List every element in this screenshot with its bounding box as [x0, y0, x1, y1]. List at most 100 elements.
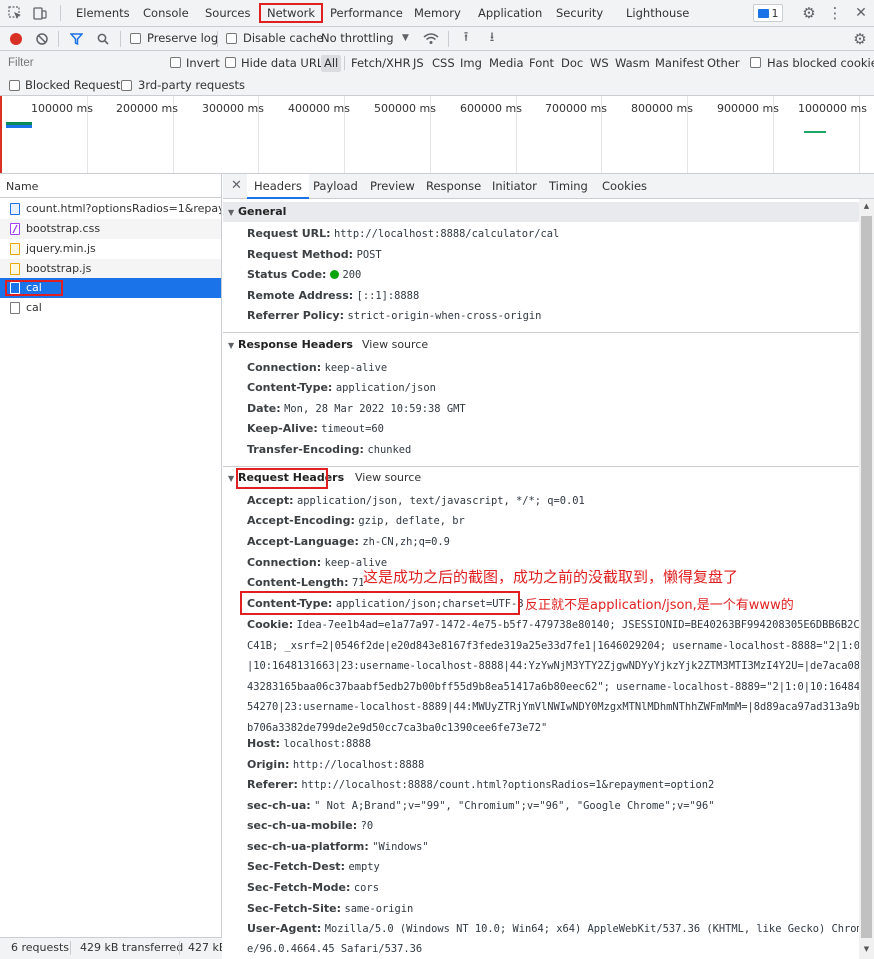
- tab-cookies[interactable]: Cookies: [602, 174, 647, 198]
- request-row-selected[interactable]: cal: [0, 278, 221, 298]
- request-name: count.html?optionsRadios=1&repay...: [26, 202, 221, 215]
- request-row[interactable]: count.html?optionsRadios=1&repay...: [0, 199, 221, 219]
- header-value: Mon, 28 Mar 2022 10:59:38 GMT: [284, 403, 466, 415]
- filter-type-media[interactable]: Media: [489, 51, 524, 75]
- header-key: Content-Type:: [247, 381, 333, 394]
- tab-timing[interactable]: Timing: [549, 174, 588, 198]
- response-headers-section-header[interactable]: ▼ Response Headers View source: [223, 335, 859, 355]
- header-row: sec-ch-ua-platform: "Windows": [247, 837, 429, 858]
- more-options-icon[interactable]: ⋮: [826, 4, 844, 22]
- tab-preview[interactable]: Preview: [370, 174, 415, 198]
- scroll-down-icon[interactable]: ▼: [861, 944, 872, 954]
- request-row[interactable]: cal: [0, 298, 221, 318]
- tab-sources[interactable]: Sources: [205, 0, 251, 26]
- preserve-log-checkbox[interactable]: [130, 33, 141, 44]
- preserve-log-label: Preserve log: [147, 31, 219, 45]
- device-toolbar-icon[interactable]: [31, 4, 49, 22]
- view-source-link[interactable]: View source: [355, 468, 421, 488]
- filter-type-font[interactable]: Font: [529, 51, 554, 75]
- header-row: Sec-Fetch-Mode: cors: [247, 878, 379, 899]
- blocked-requests-checkbox[interactable]: [9, 80, 20, 91]
- divider: [70, 941, 71, 955]
- tab-performance[interactable]: Performance: [330, 0, 403, 26]
- request-row[interactable]: bootstrap.js: [0, 259, 221, 279]
- header-value: empty: [348, 861, 380, 873]
- filter-input[interactable]: [4, 54, 160, 72]
- import-har-icon[interactable]: ⭱: [457, 30, 475, 48]
- issues-badge[interactable]: 1: [753, 4, 783, 22]
- clear-icon[interactable]: [33, 30, 51, 48]
- chevron-down-icon[interactable]: ▼: [402, 27, 409, 50]
- tab-headers[interactable]: Headers: [247, 174, 309, 199]
- header-value: cors: [353, 882, 379, 894]
- filter-type-manifest[interactable]: Manifest: [655, 51, 704, 75]
- tab-elements[interactable]: Elements: [76, 0, 130, 26]
- filter-type-css[interactable]: CSS: [432, 51, 455, 75]
- header-key: Accept-Language:: [247, 535, 359, 548]
- header-row-continued: |10:1648131663|23:username-localhost-888…: [247, 656, 860, 677]
- close-detail-icon[interactable]: ✕: [231, 174, 242, 198]
- disable-cache-checkbox[interactable]: [226, 33, 237, 44]
- network-conditions-icon[interactable]: [422, 30, 440, 48]
- header-row: Sec-Fetch-Dest: empty: [247, 857, 380, 878]
- tab-initiator[interactable]: Initiator: [492, 174, 537, 198]
- scrollbar-thumb[interactable]: [861, 216, 872, 938]
- hide-data-urls-label: Hide data URLs: [241, 56, 330, 70]
- export-har-icon[interactable]: ⭳: [483, 30, 501, 48]
- triangle-down-icon: ▼: [228, 208, 235, 217]
- annotation-box: [236, 468, 328, 489]
- header-row: Request URL: http://localhost:8888/calcu…: [247, 224, 559, 245]
- filter-type-js[interactable]: JS: [413, 51, 424, 75]
- header-row: Status Code: 200: [247, 265, 361, 286]
- inspect-element-icon[interactable]: [6, 4, 24, 22]
- tab-security[interactable]: Security: [556, 0, 603, 26]
- filter-type-doc[interactable]: Doc: [561, 51, 583, 75]
- overview-tick: 200000 ms: [116, 102, 178, 115]
- scrollbar[interactable]: ▲ ▼: [859, 199, 874, 959]
- header-value: POST: [356, 249, 382, 261]
- search-icon[interactable]: [94, 30, 112, 48]
- column-header-name[interactable]: Name: [0, 176, 221, 198]
- tab-network[interactable]: Network: [259, 3, 324, 23]
- header-row: User-Agent: Mozilla/5.0 (Windows NT 10.0…: [247, 919, 863, 940]
- tab-payload[interactable]: Payload: [313, 174, 358, 198]
- scroll-up-icon[interactable]: ▲: [861, 201, 872, 211]
- tab-memory[interactable]: Memory: [414, 0, 461, 26]
- filter-icon[interactable]: [67, 30, 85, 48]
- header-row: Request Method: POST: [247, 245, 382, 266]
- throttling-select[interactable]: No throttling: [321, 27, 394, 50]
- settings-icon[interactable]: ⚙: [800, 4, 818, 22]
- tab-console[interactable]: Console: [143, 0, 189, 26]
- tab-application[interactable]: Application: [478, 0, 542, 26]
- tab-response[interactable]: Response: [426, 174, 481, 198]
- request-row[interactable]: bootstrap.css: [0, 219, 221, 239]
- filter-type-wasm[interactable]: Wasm: [615, 51, 650, 75]
- network-overview[interactable]: 100000 ms 200000 ms 300000 ms 400000 ms …: [0, 96, 874, 174]
- record-icon[interactable]: [10, 33, 22, 45]
- header-value: e/96.0.4664.45 Safari/537.36: [247, 943, 423, 955]
- annotation-box: [5, 280, 63, 296]
- header-row: Referrer Policy: strict-origin-when-cros…: [247, 306, 541, 327]
- filter-bar-secondary: Blocked Requests 3rd-party requests: [0, 75, 874, 96]
- general-section-header[interactable]: ▼ General: [223, 202, 859, 222]
- filter-type-fetch-xhr[interactable]: Fetch/XHR: [351, 51, 411, 75]
- view-source-link[interactable]: View source: [362, 335, 428, 355]
- header-key: Transfer-Encoding:: [247, 443, 364, 456]
- divider: [60, 5, 61, 21]
- filter-type-all[interactable]: All: [321, 55, 342, 72]
- overview-tick: 600000 ms: [460, 102, 522, 115]
- invert-checkbox[interactable]: [170, 57, 181, 68]
- request-row[interactable]: jquery.min.js: [0, 239, 221, 259]
- filter-type-other[interactable]: Other: [707, 51, 740, 75]
- filter-type-ws[interactable]: WS: [590, 51, 609, 75]
- header-value: b706a3382de799de2e9d50cc7ca3ba0c1390cee6…: [247, 722, 548, 734]
- filter-type-img[interactable]: Img: [460, 51, 482, 75]
- hide-data-urls-checkbox[interactable]: [225, 57, 236, 68]
- has-blocked-cookies-checkbox[interactable]: [750, 57, 761, 68]
- network-toolbar: Preserve log Disable cache No throttling…: [0, 27, 874, 51]
- third-party-checkbox[interactable]: [121, 80, 132, 91]
- close-devtools-icon[interactable]: ✕: [852, 4, 870, 22]
- tab-lighthouse[interactable]: Lighthouse: [626, 0, 689, 26]
- network-settings-icon[interactable]: ⚙: [851, 30, 869, 48]
- header-key: Sec-Fetch-Site:: [247, 902, 341, 915]
